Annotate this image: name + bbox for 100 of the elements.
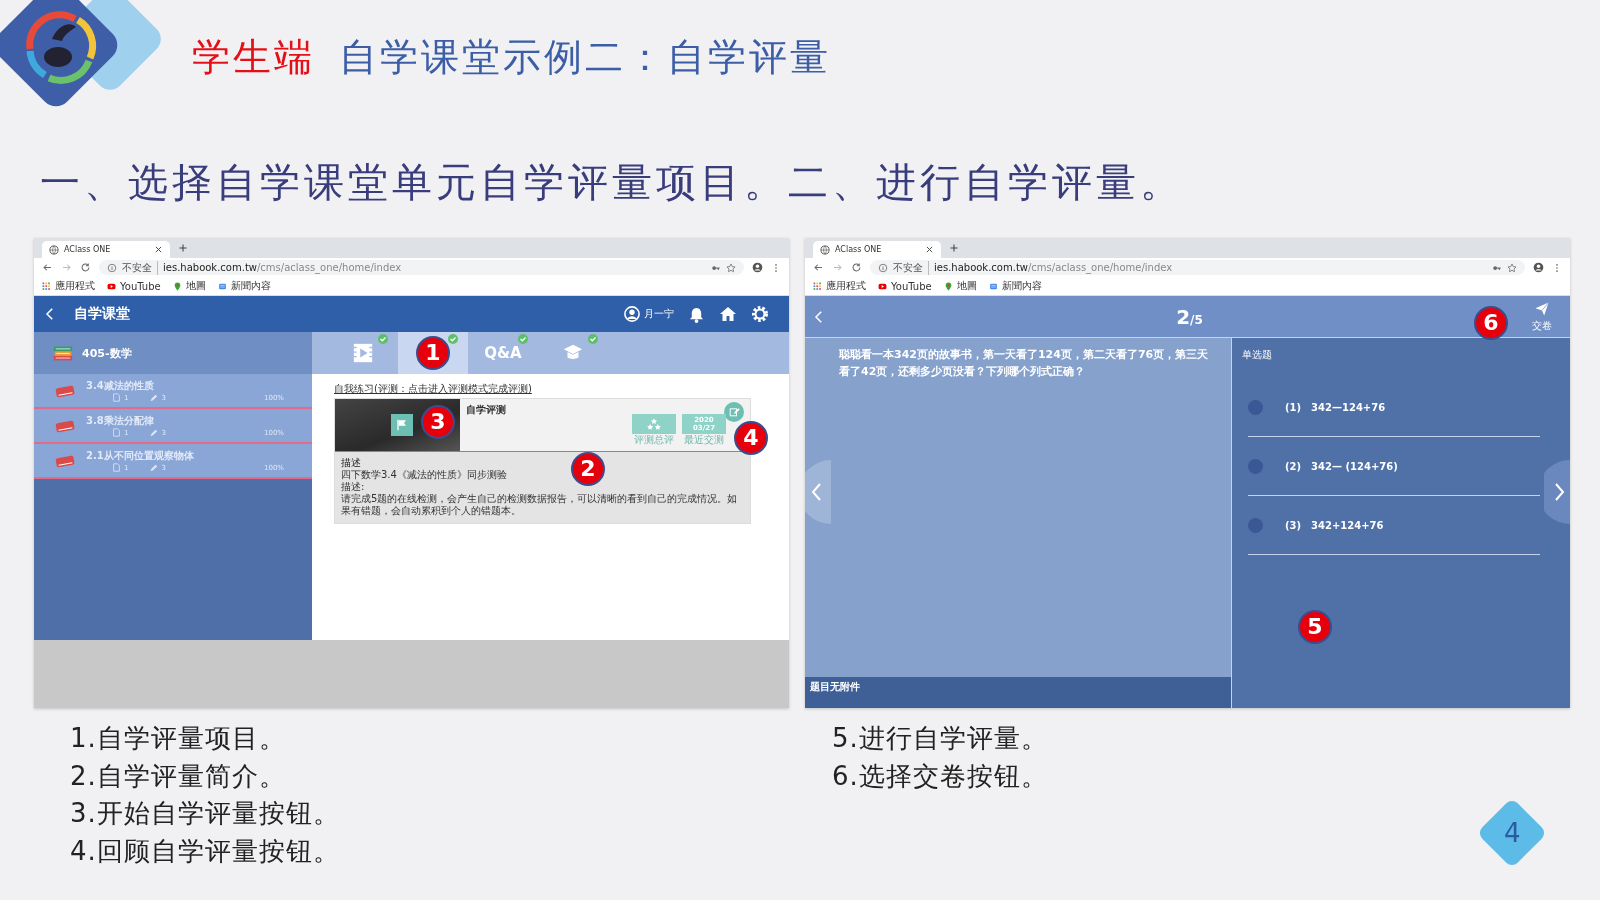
tab-title: AClass ONE	[64, 245, 112, 254]
tab-title: AClass ONE	[835, 245, 883, 254]
film-icon	[352, 342, 374, 364]
option-label: (2)	[1285, 460, 1302, 472]
caption: 1.自学评量项目。	[70, 722, 287, 755]
next-icon[interactable]	[1544, 460, 1570, 524]
number-badge: 1	[416, 336, 450, 370]
answer-option[interactable]: (2) 342— (124+76)	[1248, 437, 1540, 496]
option-text: 342—124+76	[1311, 401, 1386, 413]
card-title: 自学评测	[465, 403, 507, 417]
address-bar[interactable]: 不安全 ies.habook.com.tw/cms/aclass_one/home/index	[870, 260, 1525, 275]
play-icon	[107, 281, 116, 291]
description-text: 四下数学3.4《减法的性质》同步测验	[341, 469, 507, 481]
browser-tab[interactable]: AClass ONE	[813, 241, 941, 258]
edit-icon	[727, 405, 741, 419]
pin-icon	[172, 281, 182, 291]
url-path: /cms/aclass_one/home/index	[1028, 262, 1173, 273]
reload-icon[interactable]	[80, 262, 91, 273]
section-label[interactable]: 自我练习(评测：点击进入评测模式完成评测)	[334, 382, 767, 396]
info-icon	[878, 262, 888, 273]
address-bar[interactable]: 不安全 ies.habook.com.tw/cms/aclass_one/home/index	[99, 260, 744, 275]
grid-icon	[42, 281, 51, 291]
bookmark[interactable]: YouTube	[107, 280, 161, 292]
radio-button[interactable]	[1248, 458, 1263, 474]
bookmark[interactable]: 應用程式	[813, 279, 866, 293]
profile-icon[interactable]	[752, 262, 763, 273]
option-label: (3)	[1285, 519, 1302, 531]
check-icon	[448, 334, 458, 344]
bookmark[interactable]: 新聞內容	[217, 279, 271, 293]
attachment-note: 题目无附件	[805, 677, 1231, 708]
start-button[interactable]	[390, 414, 413, 436]
answer-option[interactable]: (3) 342+124+76	[1248, 496, 1540, 555]
star-icon[interactable]	[1507, 262, 1517, 273]
check-icon	[588, 334, 598, 344]
option-label: (1)	[1285, 401, 1302, 413]
unit-title: 3.4减法的性质	[86, 379, 155, 393]
plus-icon[interactable]	[178, 243, 188, 253]
pin-icon	[943, 281, 953, 291]
number-badge: 2	[571, 452, 605, 486]
back-icon[interactable]	[44, 306, 56, 322]
user-name: 月一宁	[644, 307, 674, 321]
question-type: 单选题	[1241, 348, 1273, 362]
number-badge: 6	[1474, 306, 1508, 340]
file-icon	[112, 463, 121, 472]
bookmark[interactable]: 新聞內容	[988, 279, 1042, 293]
pencil-icon	[149, 393, 159, 402]
close-icon[interactable]	[154, 245, 163, 254]
pencil-icon	[149, 428, 159, 437]
browser-tab[interactable]: AClass ONE	[42, 241, 170, 258]
description-text: 请完成5题的在线检测，会产生自己的检测数据报告，可以清晰的看到自己的完成情况。如果有错题，会自动累积到个人的错题本。	[341, 493, 739, 517]
home-icon[interactable]	[719, 305, 737, 323]
back-icon[interactable]	[42, 262, 53, 273]
question-text: 聪聪看一本342页的故事书，第一天看了124页，第二天看了76页，第三天看了42页，还剩多少页没看？下列哪个列式正确？	[838, 347, 1210, 380]
rating-tile[interactable]	[632, 414, 676, 434]
profile-icon[interactable]	[1533, 262, 1544, 273]
back-icon[interactable]	[813, 262, 824, 273]
url-host: ies.habook.com.tw	[163, 262, 257, 273]
plus-icon[interactable]	[949, 243, 959, 253]
url-host: ies.habook.com.tw	[934, 262, 1028, 273]
news-icon	[988, 281, 998, 291]
close-icon[interactable]	[925, 245, 934, 254]
star-icon[interactable]	[726, 262, 736, 273]
unit-title: 3.8乘法分配律	[86, 414, 155, 428]
play-icon	[878, 281, 887, 291]
radio-button[interactable]	[1248, 517, 1263, 533]
answer-option[interactable]: (1) 342—124+76	[1248, 378, 1540, 437]
bookmark[interactable]: 地圖	[172, 279, 206, 293]
bookmark[interactable]: 應用程式	[42, 279, 95, 293]
bookmark[interactable]: 地圖	[943, 279, 977, 293]
news-icon	[217, 281, 227, 291]
settings-icon[interactable]	[751, 305, 769, 323]
previous-icon[interactable]	[805, 460, 831, 524]
tab[interactable]: 1	[398, 332, 468, 374]
stat-label: 评测总评	[634, 434, 674, 445]
bell-icon[interactable]	[688, 305, 705, 323]
option-text: 342— (124+76)	[1311, 460, 1398, 472]
check-icon	[378, 334, 388, 344]
security-label: 不安全	[893, 260, 929, 275]
number-badge: 3	[421, 405, 455, 439]
pencil-icon	[149, 463, 159, 472]
user-icon[interactable]	[624, 306, 640, 322]
slide-title: 自学课堂示例二：自学评量	[339, 34, 831, 79]
caption: 5.进行自学评量。	[832, 722, 1048, 755]
bookmark[interactable]: YouTube	[878, 280, 932, 292]
option-text: 342+124+76	[1311, 519, 1384, 531]
title-highlight: 学生端	[192, 34, 315, 79]
question-total: /5	[1190, 312, 1203, 327]
security-label: 不安全	[122, 260, 158, 275]
slide-heading: 一、选择自学课堂单元自学评量项目。二、进行自学评量。	[39, 157, 1185, 207]
number-badge: 5	[1298, 610, 1332, 644]
course-name: 405-数学	[82, 345, 132, 361]
caption: 3.开始自学评量按钮。	[70, 797, 341, 830]
info-icon	[107, 262, 117, 273]
reload-icon[interactable]	[851, 262, 862, 273]
file-icon	[112, 428, 121, 437]
send-icon	[1534, 300, 1550, 317]
question-number: 2	[1176, 304, 1191, 329]
globe-icon	[49, 244, 59, 255]
description-text: 描述:	[341, 481, 365, 493]
radio-button[interactable]	[1248, 399, 1263, 415]
